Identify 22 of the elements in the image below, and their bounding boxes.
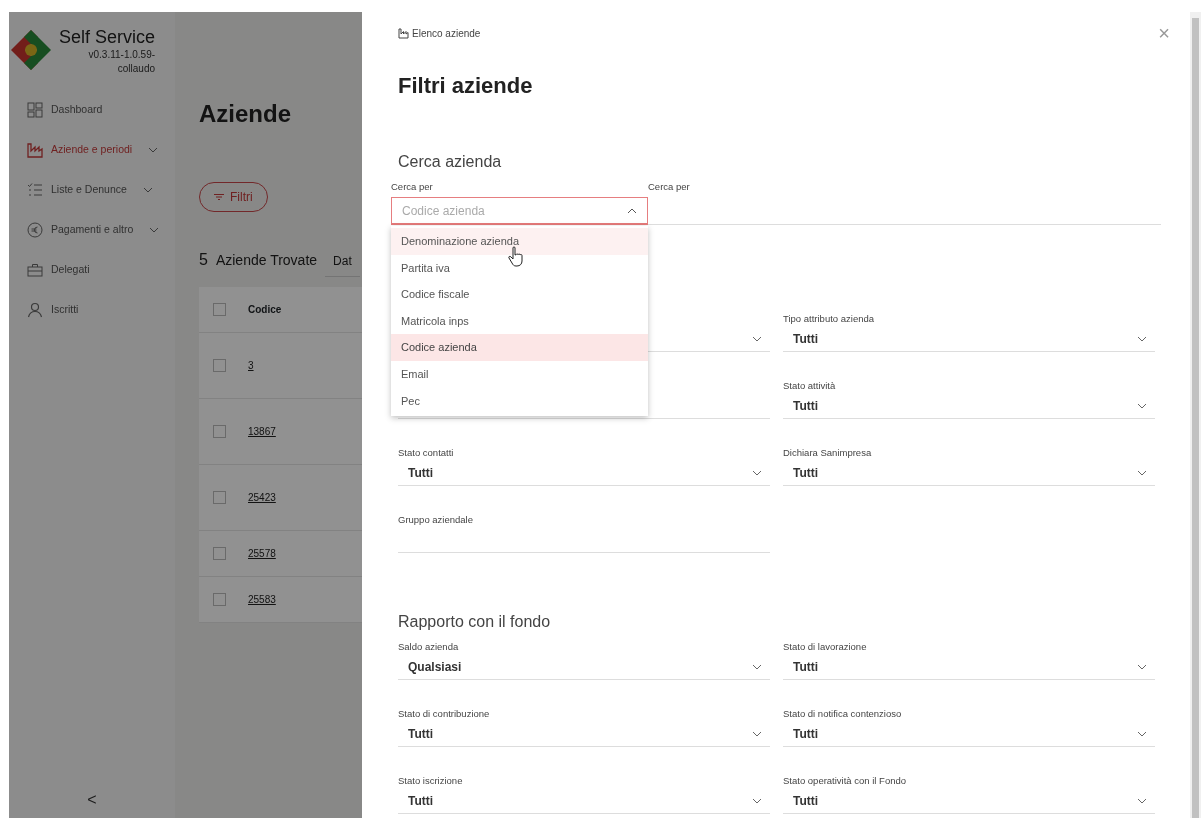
field-label: Stato operatività con il Fondo — [783, 774, 908, 789]
page-title: Aziende — [199, 99, 292, 129]
version-text: v0.3.11-1.0.59-collaudo — [87, 47, 156, 76]
field-label: Stato attività — [783, 379, 837, 394]
section-title: Rapporto con il fondo — [398, 612, 552, 633]
field-label: Gruppo aziendale — [398, 513, 474, 528]
result-count: 5 — [199, 250, 208, 270]
field-label: Dichiara Sanimpresa — [783, 446, 873, 461]
field-label: Stato di contribuzione — [398, 707, 491, 722]
field-label: Stato iscrizione — [398, 774, 464, 789]
field-label: Cerca per — [391, 180, 434, 194]
field-label: Cerca per — [648, 180, 691, 194]
field-label: Stato contatti — [398, 446, 455, 461]
field-label: Stato di notifica contenzioso — [783, 707, 903, 722]
field-label: Tipo attributo azienda — [783, 312, 875, 327]
section-title: Cerca azienda — [398, 152, 503, 172]
field-label: Saldo azienda — [398, 640, 460, 655]
app-title: Self Service — [59, 28, 156, 48]
field-label: Stato di lavorazione — [783, 640, 868, 655]
column-header: Codice — [248, 303, 282, 317]
result-label: Aziende Trovate — [215, 251, 318, 270]
drawer-title: Filtri aziende — [398, 72, 534, 100]
